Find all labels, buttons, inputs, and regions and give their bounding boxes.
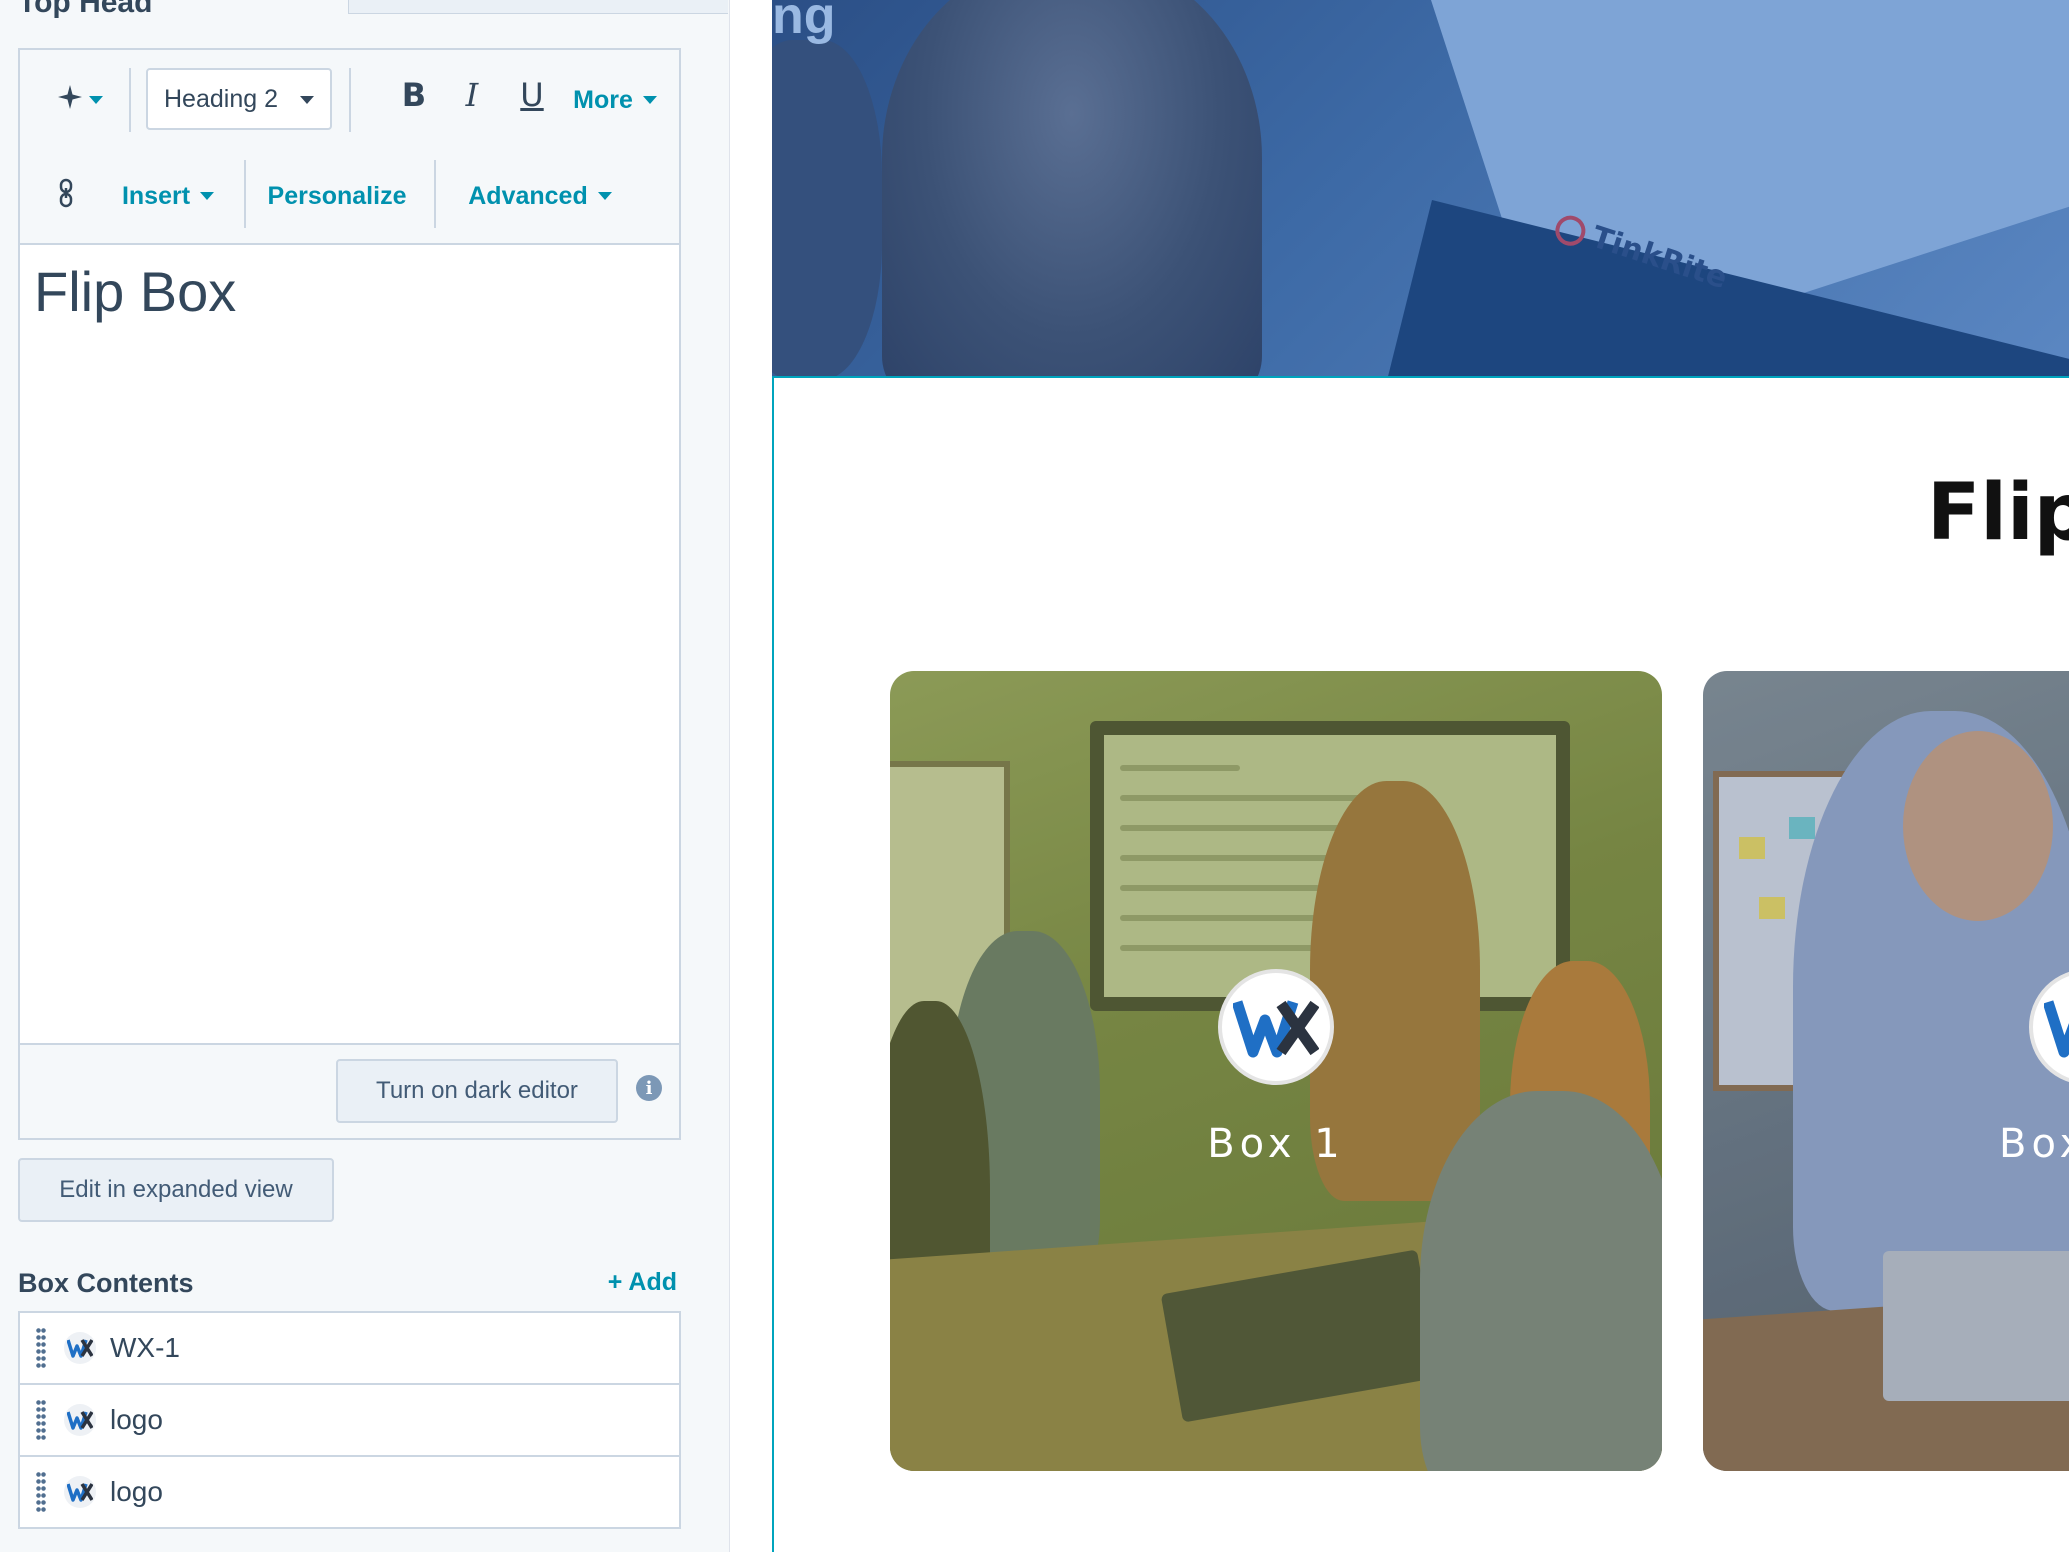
module-heading: Top Head [18, 0, 153, 19]
more-label: More [573, 85, 633, 114]
box-contents-title: Box Contents [18, 1268, 194, 1298]
rich-text-editor: Heading 2 B I U More Insert Personalize … [18, 48, 681, 1140]
insert-menu-button[interactable]: Insert [110, 168, 226, 224]
hero-partial-text: ng [772, 0, 836, 45]
list-item-label: logo [110, 1404, 163, 1435]
chevron-down-icon [300, 96, 314, 104]
personalize-button[interactable]: Personalize [262, 168, 412, 224]
editor-heading-text[interactable]: Flip Box [34, 259, 236, 324]
list-item-label: WX-1 [110, 1332, 180, 1363]
insert-label: Insert [121, 181, 191, 210]
editor-footer: Turn on dark editor i [20, 1043, 679, 1138]
bold-button[interactable]: B [394, 76, 434, 114]
link-icon [58, 178, 74, 215]
editor-content-area[interactable]: Flip Box [20, 245, 679, 1045]
editor-toolbar: Heading 2 B I U More Insert Personalize … [20, 50, 679, 245]
toolbar-divider [434, 160, 436, 228]
card-label: Box [1999, 1121, 2069, 1167]
list-item[interactable]: WX-1 [18, 1311, 681, 1385]
expanded-view-button[interactable]: Edit in expanded view [18, 1158, 334, 1222]
info-icon[interactable]: i [636, 1075, 662, 1101]
chevron-down-icon [642, 96, 657, 104]
chevron-down-icon [597, 192, 612, 200]
box-contents-list: WX-1 logo logo [18, 1311, 681, 1529]
hero-person [882, 0, 1262, 376]
add-box-button[interactable]: + Add [608, 1268, 677, 1297]
wx-logo-icon [64, 1332, 96, 1364]
dark-editor-button[interactable]: Turn on dark editor [336, 1059, 618, 1123]
wx-logo-icon [1218, 969, 1334, 1085]
toolbar-divider [349, 68, 351, 132]
card-color-overlay [1703, 671, 2069, 1471]
wx-logo-icon [64, 1404, 96, 1436]
hero-banner-image: TinkRite ng [772, 0, 2069, 376]
ai-assist-button[interactable] [50, 72, 110, 128]
text-style-select[interactable]: Heading 2 [146, 68, 332, 130]
toolbar-divider [244, 160, 246, 228]
chevron-down-icon [200, 192, 215, 200]
toolbar-divider [129, 68, 131, 132]
sparkle-icon [57, 84, 83, 117]
list-item-label: logo [110, 1476, 163, 1507]
panel-top-tab [348, 0, 728, 14]
list-item[interactable]: logo [18, 1383, 681, 1457]
flip-box-card[interactable]: Box [1703, 671, 2069, 1471]
drag-handle-icon[interactable] [36, 1399, 46, 1441]
more-menu-button[interactable]: More [560, 72, 670, 128]
list-item[interactable]: logo [18, 1455, 681, 1529]
flip-box-title[interactable]: Flip [1927, 468, 2069, 558]
underline-button[interactable]: U [512, 76, 552, 114]
advanced-label: Advanced [468, 181, 588, 210]
drag-handle-icon[interactable] [36, 1327, 46, 1369]
wx-logo-icon [64, 1476, 96, 1508]
chevron-down-icon [89, 96, 103, 104]
text-style-value: Heading 2 [164, 84, 278, 113]
drag-handle-icon[interactable] [36, 1471, 46, 1513]
personalize-label: Personalize [267, 181, 407, 210]
card-label: Box 1 [1207, 1121, 1345, 1167]
editor-panel: Top Head Heading 2 B I U More Insert Per… [0, 0, 730, 1552]
flip-box-card[interactable]: Box 1 [890, 671, 1662, 1471]
hero-background-person [772, 40, 882, 376]
link-button[interactable] [48, 168, 84, 224]
italic-button[interactable]: I [452, 76, 492, 114]
advanced-menu-button[interactable]: Advanced [460, 168, 620, 224]
